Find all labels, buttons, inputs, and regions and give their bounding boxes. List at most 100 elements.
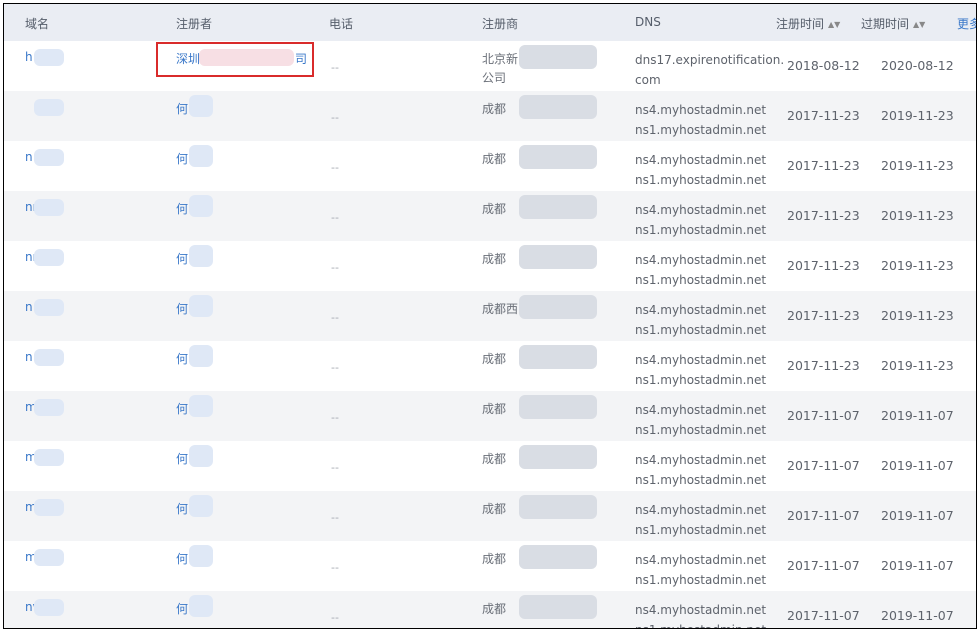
dns-server-2: ns1.myhostadmin.net bbox=[635, 523, 767, 537]
dns-server-1: ns4.myhostadmin.net bbox=[635, 353, 767, 367]
registrar-blur bbox=[519, 95, 597, 119]
column-header-registration-date-label: 注册时间 bbox=[776, 17, 825, 31]
dns-cell: ns4.myhostadmin.net ns1.myhostadmin.net bbox=[635, 150, 766, 190]
column-header-registration-date[interactable]: 注册时间 ▲▼ bbox=[776, 15, 840, 32]
domain-text: n bbox=[25, 350, 33, 364]
registration-date: 2017-11-07 bbox=[787, 458, 860, 473]
domain-blur bbox=[34, 199, 64, 216]
registrar-blur bbox=[519, 45, 597, 69]
registrar-blur bbox=[519, 595, 597, 619]
domain-blur bbox=[34, 599, 64, 616]
table-row[interactable]: mc何--成都限公司ns4.myhostadmin.netns1.myhosta… bbox=[4, 541, 976, 591]
expiry-date: 2019-11-23 bbox=[881, 208, 954, 223]
dns-cell: ns4.myhostadmin.net ns1.myhostadmin.net bbox=[635, 400, 766, 440]
registration-date: 2017-11-07 bbox=[787, 508, 860, 523]
domain-blur bbox=[34, 299, 64, 316]
dns-server-1: ns4.myhostadmin.net bbox=[635, 103, 767, 117]
expiry-date: 2019-11-23 bbox=[881, 258, 954, 273]
registrar-blur bbox=[519, 445, 597, 469]
dns-cell: ns4.myhostadmin.net ns1.myhostadmin.net bbox=[635, 250, 766, 290]
phone-value: -- bbox=[331, 161, 339, 174]
registrant-blur bbox=[189, 195, 213, 217]
table-row[interactable]: n何--成都有限公司ns4.myhostadmin.netns1.myhosta… bbox=[4, 141, 976, 191]
table-row[interactable]: nr何--成都有限公司ns4.myhostadmin.netns1.myhost… bbox=[4, 241, 976, 291]
whois-results-table: 域名 注册者 电话 注册商 DNS 注册时间▲▼ 过期时间▲▼ 更多 h深圳司-… bbox=[3, 3, 977, 629]
table-row[interactable]: nv何--成都限公司ns4.myhostadmin.netns1.myhosta… bbox=[4, 591, 976, 628]
dns-server-1: ns4.myhostadmin.net bbox=[635, 553, 767, 567]
registrant-text: 何 bbox=[176, 202, 189, 216]
domain-blur bbox=[34, 149, 64, 166]
registrar-text: 成都 bbox=[482, 252, 507, 266]
more-link[interactable]: 更多 bbox=[957, 15, 976, 32]
expiry-date: 2019-11-23 bbox=[881, 108, 954, 123]
table-row[interactable]: n何--成都西公司ns4.myhostadmin.netns1.myhostad… bbox=[4, 291, 976, 341]
column-header-expiry-date[interactable]: 过期时间 ▲▼ bbox=[861, 15, 925, 32]
domain-blur bbox=[34, 349, 64, 366]
registrar-text: 北京新 bbox=[482, 52, 519, 66]
expiry-date: 2019-11-07 bbox=[881, 458, 954, 473]
registrar-blur bbox=[519, 245, 597, 269]
domain-link[interactable]: n bbox=[25, 350, 33, 364]
table-row[interactable]: n何--成都限公司ns4.myhostadmin.netns1.myhostad… bbox=[4, 341, 976, 391]
sort-icon[interactable]: ▲▼ bbox=[828, 20, 840, 29]
domain-link[interactable]: n bbox=[25, 150, 33, 164]
domain-link[interactable]: n bbox=[25, 300, 33, 314]
table-row[interactable]: h深圳司--北京新有限公司dns17.expirenotification.co… bbox=[4, 41, 976, 91]
registration-date: 2017-11-07 bbox=[787, 608, 860, 623]
domain-text: n bbox=[25, 150, 33, 164]
registrar-text: 成都 bbox=[482, 552, 507, 566]
domain-blur bbox=[34, 399, 64, 416]
registrar-blur bbox=[519, 495, 597, 519]
registrant-blur bbox=[189, 395, 213, 417]
registrar-text: 成都 bbox=[482, 602, 507, 616]
registrant-blur bbox=[189, 595, 213, 617]
dns-server-1: ns4.myhostadmin.net bbox=[635, 303, 767, 317]
registration-date: 2017-11-23 bbox=[787, 258, 860, 273]
registrant-text: 何 bbox=[176, 302, 189, 316]
dns-server-2: ns1.myhostadmin.net bbox=[635, 373, 767, 387]
phone-value: -- bbox=[331, 361, 339, 374]
dns-server-2: ns1.myhostadmin.net bbox=[635, 173, 767, 187]
domain-blur bbox=[34, 249, 64, 266]
sort-icon[interactable]: ▲▼ bbox=[913, 20, 925, 29]
registrar-text: 成都 bbox=[482, 102, 507, 116]
registrant-blur bbox=[189, 545, 213, 567]
registrant-blur bbox=[189, 445, 213, 467]
dns-cell: ns4.myhostadmin.net ns1.myhostadmin.net bbox=[635, 300, 766, 340]
registrant-blur bbox=[189, 145, 213, 167]
expiry-date: 2019-11-23 bbox=[881, 308, 954, 323]
table-row[interactable]: nr何--成都限公司ns4.myhostadmin.netns1.myhosta… bbox=[4, 191, 976, 241]
dns-server-2: ns1.myhostadmin.net bbox=[635, 473, 767, 487]
registrant-text: 何 bbox=[176, 352, 189, 366]
domain-link[interactable]: h bbox=[25, 50, 33, 64]
expiry-date: 2019-11-07 bbox=[881, 508, 954, 523]
table-row[interactable]: mo何--成都限公司ns4.myhostadmin.netns1.myhosta… bbox=[4, 441, 976, 491]
registrant-text: 何 bbox=[176, 502, 189, 516]
dns-cell: ns4.myhostadmin.net ns1.myhostadmin.net bbox=[635, 500, 766, 540]
registration-date: 2018-08-12 bbox=[787, 58, 860, 73]
dns-cell: ns4.myhostadmin.net ns1.myhostadmin.net bbox=[635, 350, 766, 390]
registrant-text: 何 bbox=[176, 402, 189, 416]
registration-date: 2017-11-23 bbox=[787, 358, 860, 373]
phone-value: -- bbox=[331, 461, 339, 474]
domain-blur bbox=[34, 549, 64, 566]
registrant-blur bbox=[189, 95, 213, 117]
registration-date: 2017-11-07 bbox=[787, 558, 860, 573]
registrar-text: 成都 bbox=[482, 502, 507, 516]
registrant-text: 何 bbox=[176, 452, 189, 466]
table-row[interactable]: 何--成都限公司ns4.myhostadmin.netns1.myhostadm… bbox=[4, 91, 976, 141]
registrar-text-line2: 公司 bbox=[482, 71, 507, 85]
dns-server-2: ns1.myhostadmin.net bbox=[635, 573, 767, 587]
dns-server-1: ns4.myhostadmin.net bbox=[635, 403, 767, 417]
expiry-date: 2019-11-23 bbox=[881, 158, 954, 173]
phone-value: -- bbox=[331, 111, 339, 124]
table-row[interactable]: m何--成都公司ns4.myhostadmin.netns1.myhostadm… bbox=[4, 491, 976, 541]
registrant-blur bbox=[189, 345, 213, 367]
table-row[interactable]: mi何--成都限公司ns4.myhostadmin.netns1.myhosta… bbox=[4, 391, 976, 441]
column-header-dns: DNS bbox=[635, 15, 661, 29]
phone-value: -- bbox=[331, 611, 339, 624]
expiry-date: 2019-11-07 bbox=[881, 558, 954, 573]
dns-cell: dns17.expirenotification. com bbox=[635, 50, 784, 90]
dns-server-2: com bbox=[635, 73, 661, 87]
domain-blur bbox=[34, 499, 64, 516]
